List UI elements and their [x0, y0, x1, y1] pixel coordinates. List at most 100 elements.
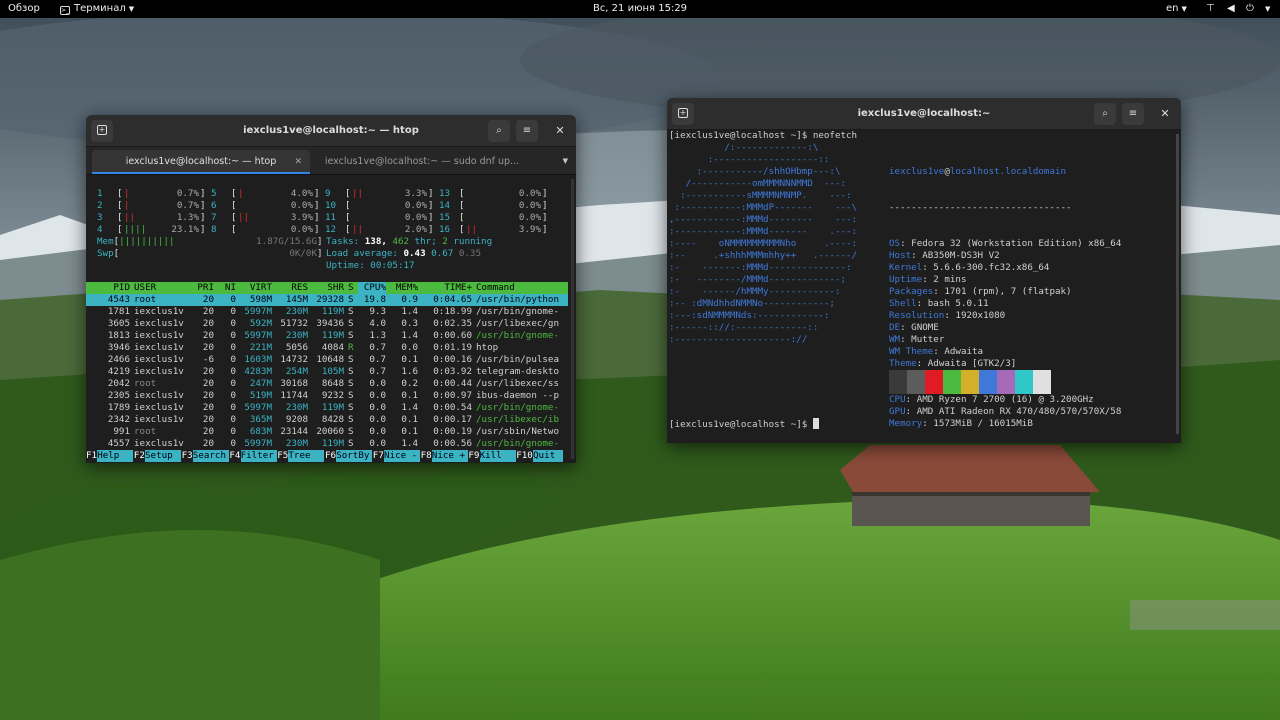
cpu-number: 4 [97, 224, 103, 235]
table-row[interactable]: 2466 iexclus1v -6 0 1603M 14732 10648 S 0.7 0.1 0:… [86, 354, 568, 366]
table-row[interactable]: 3605 iexclus1v 20 0 592M 51732 39436 S 4.0 0.3 0:0… [86, 318, 568, 330]
info-colon: : [900, 322, 912, 333]
cell-cmd: /usr/libexec/ss [476, 378, 559, 389]
keyboard-layout-indicator[interactable]: en ▼ [1166, 0, 1187, 18]
search-button[interactable]: ⌕ [1094, 103, 1116, 125]
fkey-f9[interactable]: F9 [468, 450, 479, 462]
new-tab-button[interactable]: + [672, 103, 694, 125]
meter-bracket: ] [200, 188, 206, 199]
col-shr[interactable]: SHR [308, 282, 344, 294]
fkey-f5[interactable]: F5 [277, 450, 288, 462]
close-tab-icon[interactable]: ✕ [294, 150, 302, 174]
fkey-label[interactable]: Help [97, 450, 134, 462]
cell-cpu: 0.0 [369, 402, 386, 413]
col-cpu[interactable]: CPU% [358, 282, 386, 294]
power-icon[interactable]: ⏻ [1246, 0, 1254, 18]
cell-res: 230M [285, 438, 308, 449]
col-virt[interactable]: VIRT [238, 282, 272, 294]
col-ni[interactable]: NI [216, 282, 236, 294]
info-row: DE: GNOME [889, 322, 1121, 334]
tabs-menu-chevron-icon[interactable]: ▼ [563, 147, 568, 175]
table-row[interactable]: 991 root 20 0 683M 23144 20060 S 0.0 0.1 0:00.19/u… [86, 426, 568, 438]
titlebar[interactable]: iexclus1ve@localhost:~ + ⌕ ≡ ✕ [667, 98, 1181, 130]
fkey-f1[interactable]: F1 [86, 450, 97, 462]
neofetch-terminal-content[interactable]: [iexclus1ve@localhost ~]$ neofetch /:---… [667, 130, 1181, 443]
info-colon: : [922, 418, 934, 429]
cell-cmd: /usr/bin/gnome- [476, 402, 559, 413]
col-pid[interactable]: PID [86, 282, 130, 294]
close-button[interactable]: ✕ [549, 120, 571, 142]
htop-terminal-content[interactable]: 1[| 0.7%] 2[| 0.7%] 3[|| 1.3%] 4[|||| 23.1%] 5[|… [86, 176, 576, 463]
table-row[interactable]: 2305 iexclus1v 20 0 519M 11744 9232 S 0.0 0.1 0:00… [86, 390, 568, 402]
system-menu-chevron-icon[interactable]: ▼ [1262, 0, 1270, 18]
table-row[interactable]: 2042 root 20 0 247M 30168 8648 S 0.0 0.2 0:00.44/u… [86, 378, 568, 390]
new-tab-button[interactable]: + [91, 120, 113, 142]
cell-ni: 0 [230, 402, 236, 413]
clock[interactable]: Вс, 21 июня 15:29 [0, 0, 1280, 18]
fkey-label[interactable]: Quit [533, 450, 563, 462]
col-s[interactable]: S [348, 282, 356, 294]
table-row[interactable]: 4557 iexclus1v 20 0 5997M 230M 119M S 0.0 1.4 0:00… [86, 438, 568, 450]
tab-htop[interactable]: iexclus1ve@localhost:~ — htop ✕ [92, 150, 310, 174]
table-row[interactable]: 2342 iexclus1v 20 0 365M 9208 8428 S 0.0 0.1 0:00.… [86, 414, 568, 426]
close-button[interactable]: ✕ [1154, 103, 1176, 125]
col-user[interactable]: USER [134, 282, 190, 294]
cell-user: iexclus1v [134, 318, 184, 329]
fkey-label[interactable]: Setup [145, 450, 181, 462]
info-colon: : [900, 238, 912, 249]
network-icon[interactable]: ⊤ [1206, 0, 1215, 18]
fkey-f3[interactable]: F3 [182, 450, 193, 462]
scrollbar[interactable] [571, 179, 574, 459]
cell-pid: 2042 [107, 378, 130, 389]
fkey-label[interactable]: Filter [240, 450, 277, 462]
table-row[interactable]: 1781 iexclus1v 20 0 5997M 230M 119M S 9.3 1.4 0:18… [86, 306, 568, 318]
fkey-label[interactable]: SortBy [336, 450, 373, 462]
prompt: [iexclus1ve@localhost ~]$ [669, 419, 813, 430]
cell-cmd: /usr/bin/gnome- [476, 330, 559, 341]
process-table-header[interactable]: PID USER PRI NI VIRT RES SHR S CPU% MEM%… [86, 282, 568, 294]
htop-terminal-window[interactable]: iexclus1ve@localhost:~ — htop + ⌕ ≡ ✕ ie… [86, 115, 576, 463]
cell-pri: 20 [202, 438, 214, 449]
col-pri[interactable]: PRI [190, 282, 214, 294]
meter-bracket: [ [345, 212, 351, 223]
cell-res: 14732 [280, 354, 308, 365]
fkey-label[interactable]: Nice - [384, 450, 420, 462]
col-command[interactable]: Command [476, 282, 568, 294]
table-row[interactable]: 3946 iexclus1v 20 0 221M 5056 4084 R 0.7 0.0 0:01.… [86, 342, 568, 354]
fkey-f2[interactable]: F2 [134, 450, 145, 462]
cell-ni: 0 [230, 438, 236, 449]
cell-mem: 0.3 [401, 318, 418, 329]
col-time[interactable]: TIME+ [422, 282, 472, 294]
meter-bracket: [ [117, 212, 123, 223]
table-row[interactable]: 1813 iexclus1v 20 0 5997M 230M 119M S 1.3 1.4 0:00… [86, 330, 568, 342]
fkey-f10[interactable]: F10 [516, 450, 533, 462]
col-mem[interactable]: MEM% [388, 282, 418, 294]
fkey-f4[interactable]: F4 [229, 450, 240, 462]
table-row[interactable]: 4219 iexclus1v 20 0 4283M 254M 105M S 0.7 1.6 0:03… [86, 366, 568, 378]
fkey-f7[interactable]: F7 [373, 450, 384, 462]
cpu-bar: || [466, 224, 478, 235]
cell-pid: 991 [113, 426, 130, 437]
fkey-label[interactable]: Tree [288, 450, 325, 462]
cell-pid: 1781 [107, 306, 130, 317]
fkey-f6[interactable]: F6 [325, 450, 336, 462]
search-button[interactable]: ⌕ [488, 120, 510, 142]
fkey-label[interactable]: Kill [479, 450, 516, 462]
table-row[interactable]: 4543 root 20 0 598M 145M 29328 S 19.8 0.9 0:04.65 /… [86, 294, 568, 306]
fkey-label[interactable]: Search [192, 450, 229, 462]
logo-line: :-- .+shhhMMMmhhy++ .------/ [669, 250, 858, 261]
info-key: DE [889, 322, 901, 333]
menu-button[interactable]: ≡ [516, 120, 538, 142]
cpu-number: 13 [439, 188, 451, 199]
table-row[interactable]: 1789 iexclus1v 20 0 5997M 230M 119M S 0.0 1.4 0:00… [86, 402, 568, 414]
fkey-label[interactable]: Nice + [431, 450, 468, 462]
neofetch-terminal-window[interactable]: iexclus1ve@localhost:~ + ⌕ ≡ ✕ [iexclus1… [667, 98, 1181, 443]
scrollbar[interactable] [1176, 134, 1179, 434]
process-list[interactable]: 4543 root 20 0 598M 145M 29328 S 19.8 0.9 0:04.65 /… [86, 294, 568, 450]
volume-icon[interactable]: ◀ [1227, 0, 1235, 18]
menu-button[interactable]: ≡ [1122, 103, 1144, 125]
col-res[interactable]: RES [274, 282, 308, 294]
tab-dnf[interactable]: iexclus1ve@localhost:~ — sudo dnf up... [312, 150, 532, 174]
titlebar[interactable]: iexclus1ve@localhost:~ — htop + ⌕ ≡ ✕ [86, 115, 576, 147]
fkey-f8[interactable]: F8 [421, 450, 432, 462]
